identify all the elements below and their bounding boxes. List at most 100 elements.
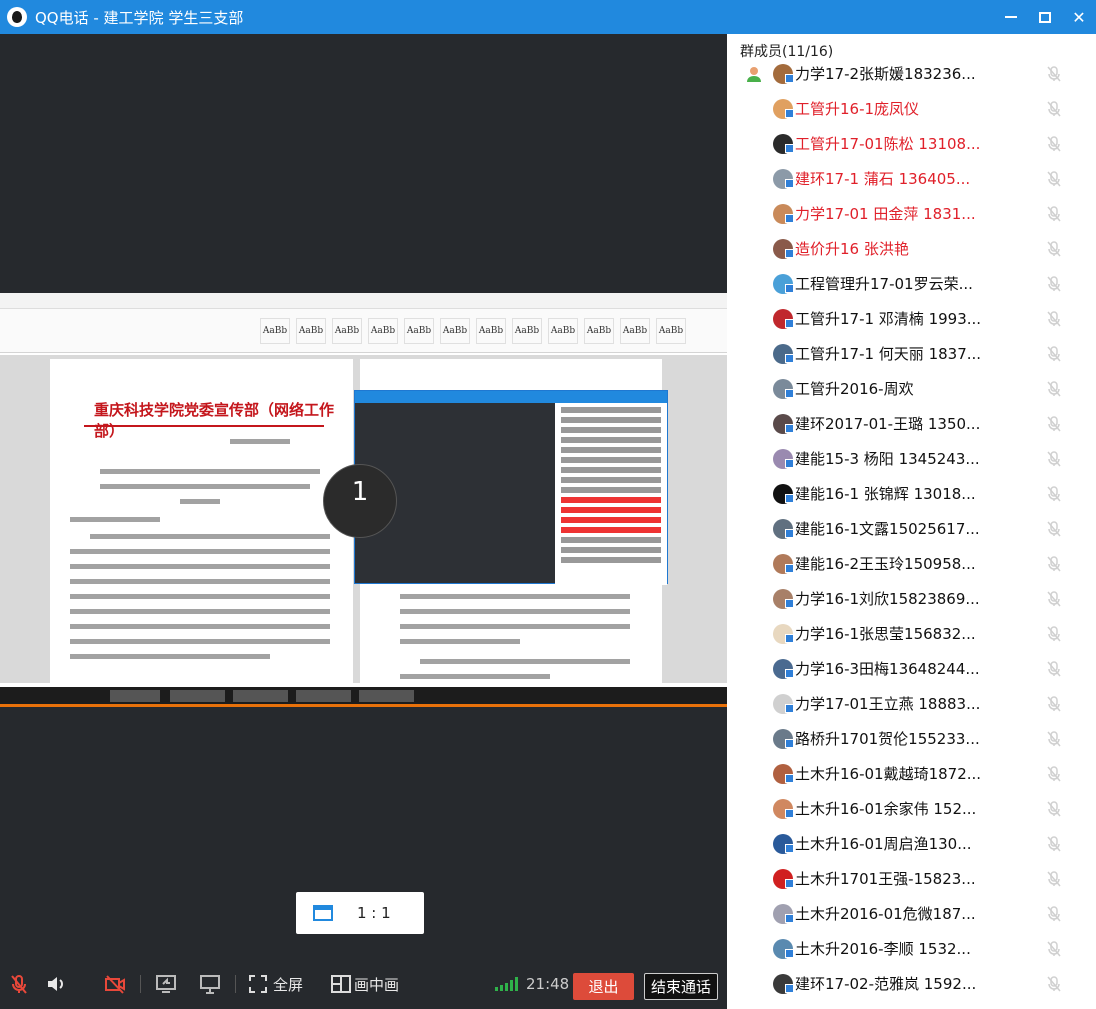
mic-muted-icon xyxy=(1045,800,1063,818)
taskbar-item xyxy=(110,690,160,702)
member-row[interactable]: 路桥升1701贺伦155233... xyxy=(727,721,1096,756)
screen-share-button[interactable] xyxy=(155,959,177,1009)
member-row[interactable]: 建能16-1 张锦辉 13018... xyxy=(727,476,1096,511)
mic-muted-icon xyxy=(1045,485,1063,503)
member-name: 土木升1701王强-15823... xyxy=(795,870,976,888)
member-name: 力学17-01王立燕 18883... xyxy=(795,695,981,713)
member-name: 建环17-02-范雅岚 1592... xyxy=(795,975,977,993)
member-row[interactable]: 工管升17-01陈松 13108... xyxy=(727,126,1096,161)
member-row[interactable]: 建环17-1 蒲石 136405... xyxy=(727,161,1096,196)
shared-word-titlebar xyxy=(0,293,727,309)
text-line xyxy=(70,639,330,644)
member-row[interactable]: 土木升2016-01危微187... xyxy=(727,896,1096,931)
text-line xyxy=(70,517,160,522)
maximize-button[interactable] xyxy=(1028,0,1062,34)
member-row[interactable]: 造价升16 张洪艳 xyxy=(727,231,1096,266)
nested-member-list xyxy=(555,403,667,585)
member-row[interactable]: 力学17-01 田金萍 1831... xyxy=(727,196,1096,231)
close-button[interactable]: ✕ xyxy=(1062,0,1096,34)
member-name: 建能16-2王玉玲150958... xyxy=(795,555,976,573)
member-row[interactable]: 土木升16-01戴越琦1872... xyxy=(727,756,1096,791)
taskbar-item xyxy=(233,690,288,702)
member-row[interactable]: 建能15-3 杨阳 1345243... xyxy=(727,441,1096,476)
text-line xyxy=(230,439,290,444)
fullscreen-label: 全屏 xyxy=(273,975,304,994)
member-name: 工程管理升17-01罗云荣... xyxy=(795,275,973,293)
member-row[interactable]: 工管升17-1 邓清楠 1993... xyxy=(727,301,1096,336)
member-row[interactable]: 工管升2016-周欢 xyxy=(727,371,1096,406)
fullscreen-icon xyxy=(249,975,267,993)
demo-button[interactable] xyxy=(199,959,221,1009)
member-row[interactable]: 土木升2016-李顺 1532... xyxy=(727,931,1096,966)
ratio-popup[interactable]: 1 : 1 xyxy=(296,892,424,934)
member-row[interactable]: 力学16-3田梅13648244... xyxy=(727,651,1096,686)
mic-muted-icon xyxy=(1045,205,1063,223)
device-badge-icon xyxy=(785,949,794,958)
speaker-button[interactable] xyxy=(45,959,67,1009)
member-row[interactable]: 力学16-1刘欣15823869... xyxy=(727,581,1096,616)
member-name: 工管升2016-周欢 xyxy=(795,380,914,398)
exit-button[interactable]: 退出 xyxy=(573,973,634,1000)
nested-list-item xyxy=(561,507,661,513)
text-line xyxy=(70,579,330,584)
mic-muted-icon xyxy=(1045,310,1063,328)
pip-button[interactable]: 画中画 xyxy=(330,959,399,1009)
member-name: 工管升17-01陈松 13108... xyxy=(795,135,981,153)
taskbar-item xyxy=(170,690,225,702)
mute-mic-button[interactable] xyxy=(8,959,30,1009)
mic-muted-icon xyxy=(11,975,27,994)
end-call-button[interactable]: 结束通话 xyxy=(644,973,718,1000)
member-row[interactable]: 建环17-02-范雅岚 1592... xyxy=(727,966,1096,1001)
countdown-badge: 1 xyxy=(323,464,397,538)
member-row[interactable]: 工程管理升17-01罗云荣... xyxy=(727,266,1096,301)
member-row[interactable]: 建能16-1文露15025617... xyxy=(727,511,1096,546)
device-badge-icon xyxy=(785,459,794,468)
presentation-icon xyxy=(200,975,220,994)
nested-list-item xyxy=(561,467,661,473)
minimize-button[interactable] xyxy=(994,0,1028,34)
member-row[interactable]: 土木升16-01余家伟 152... xyxy=(727,791,1096,826)
member-name: 工管升17-1 何天丽 1837... xyxy=(795,345,982,363)
speaker-icon xyxy=(48,977,63,991)
nested-list-item xyxy=(561,417,661,423)
text-line xyxy=(90,534,330,539)
member-name: 建环2017-01-王璐 1350... xyxy=(795,415,981,433)
nested-list-item xyxy=(561,497,661,503)
title-bar: QQ电话 - 建工学院 学生三支部 ✕ xyxy=(0,0,1096,34)
text-line xyxy=(420,659,630,664)
device-badge-icon xyxy=(785,354,794,363)
nested-list-item xyxy=(561,407,661,413)
member-row[interactable]: 工管升16-1庞凤仪 xyxy=(727,91,1096,126)
member-row[interactable]: 建能16-2王玉玲150958... xyxy=(727,546,1096,581)
member-row[interactable]: 力学16-1张思莹156832... xyxy=(727,616,1096,651)
device-badge-icon xyxy=(785,494,794,503)
ribbon-style: AaBb xyxy=(620,317,650,344)
member-name: 工管升17-1 邓清楠 1993... xyxy=(795,310,982,328)
member-row[interactable]: 土木升16-01周启渔130... xyxy=(727,826,1096,861)
camera-off-icon xyxy=(105,975,125,994)
member-row[interactable]: 力学17-01王立燕 18883... xyxy=(727,686,1096,721)
ratio-label: 1 : 1 xyxy=(357,904,391,922)
pip-label: 画中画 xyxy=(354,975,400,994)
device-badge-icon xyxy=(785,634,794,643)
qq-logo-icon xyxy=(7,7,27,27)
text-line xyxy=(70,549,330,554)
nested-call-window xyxy=(354,390,668,585)
member-row[interactable]: 建环2017-01-王璐 1350... xyxy=(727,406,1096,441)
member-row[interactable]: 工管升17-1 何天丽 1837... xyxy=(727,336,1096,371)
ribbon-style: AaBb xyxy=(440,317,470,344)
member-row[interactable]: 力学17-2张斯媛183236... xyxy=(727,56,1096,91)
mic-muted-icon xyxy=(1045,345,1063,363)
ribbon-style: AaBb xyxy=(368,317,398,344)
member-row[interactable]: 土木升1701王强-15823... xyxy=(727,861,1096,896)
device-badge-icon xyxy=(785,284,794,293)
divider xyxy=(235,975,236,993)
nested-list-item xyxy=(561,557,661,563)
member-name: 土木升2016-李顺 1532... xyxy=(795,940,971,958)
fullscreen-button[interactable]: 全屏 xyxy=(247,959,303,1009)
member-name: 建能16-1文露15025617... xyxy=(795,520,980,538)
camera-button[interactable] xyxy=(104,959,126,1009)
device-badge-icon xyxy=(785,914,794,923)
mic-muted-icon xyxy=(1045,380,1063,398)
mic-muted-icon xyxy=(1045,415,1063,433)
